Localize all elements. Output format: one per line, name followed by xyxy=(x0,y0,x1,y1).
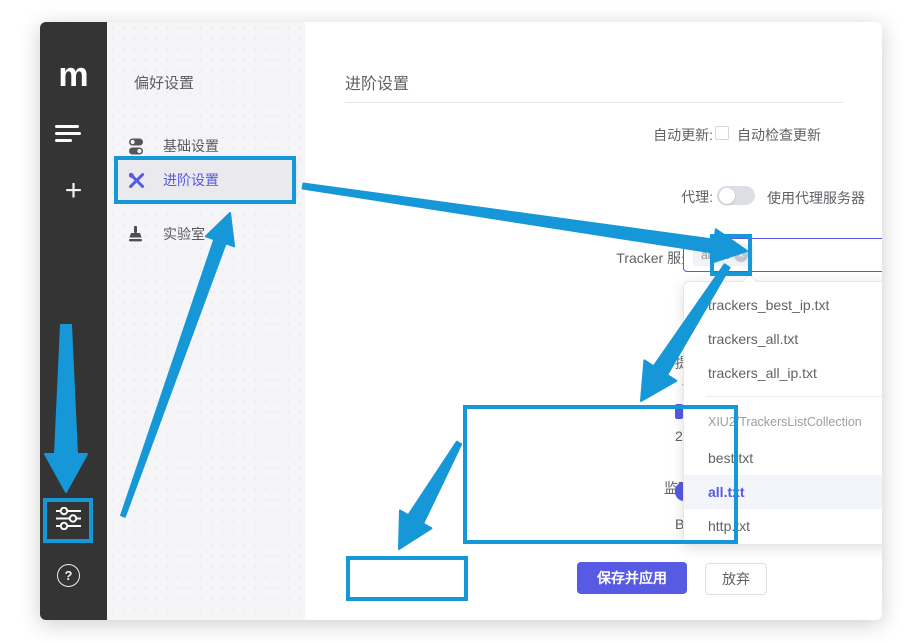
preferences-annotation-box xyxy=(43,498,93,543)
tracker-dropdown: trackers_best_ip.txt trackers_all.txt tr… xyxy=(683,281,882,545)
app-window: m + ? 偏好设置 xyxy=(40,22,882,620)
proxy-toggle[interactable] xyxy=(717,186,755,205)
dropdown-item[interactable]: trackers_all.txt xyxy=(684,322,882,356)
dropdown-caret xyxy=(742,274,758,290)
save-apply-button[interactable]: 保存并应用 xyxy=(577,562,687,594)
hint-text-fragment: 《 xyxy=(675,375,683,392)
auto-update-checkbox-label[interactable]: 自动检查更新 xyxy=(737,125,821,145)
proxy-label: 代理: xyxy=(553,187,713,207)
tools-icon xyxy=(128,172,145,189)
preferences-title: 偏好设置 xyxy=(134,72,194,93)
hint-text-fragment: 提 xyxy=(675,353,683,370)
page-title: 进阶设置 xyxy=(345,70,409,94)
selected-tag: all.txt × xyxy=(693,244,754,266)
sidebar-item-lab[interactable]: 实验室 xyxy=(118,214,298,254)
toggles-icon xyxy=(128,138,145,155)
add-task-icon[interactable]: + xyxy=(40,176,107,206)
app-sidebar: m + ? xyxy=(40,22,107,620)
sidebar-item-label: 基础设置 xyxy=(163,136,219,156)
dropdown-item[interactable]: trackers_best_ip.txt xyxy=(684,288,882,322)
proxy-toggle-label: 使用代理服务器 xyxy=(767,188,865,208)
dropdown-divider xyxy=(706,396,882,397)
discard-button[interactable]: 放弃 xyxy=(705,563,767,595)
dropdown-group-label: XIU2/TrackersListCollection xyxy=(708,415,862,429)
tag-remove-icon[interactable]: × xyxy=(734,248,748,262)
dropdown-item[interactable]: http.txt xyxy=(684,509,882,543)
preferences-sidebar: 偏好设置 基础设置 xyxy=(107,22,305,620)
sidebar-item-label: 实验室 xyxy=(163,224,205,244)
tag-label: all.txt xyxy=(701,248,729,262)
task-list-icon[interactable] xyxy=(55,125,81,143)
checked-checkbox-fragment xyxy=(675,404,683,419)
preferences-sliders-icon[interactable] xyxy=(55,507,82,535)
dropdown-item-label: all.txt xyxy=(708,484,745,500)
lab-stamp-icon xyxy=(128,226,145,243)
toggle-knob xyxy=(719,188,735,204)
sidebar-item-advanced[interactable]: 进阶设置 xyxy=(118,160,298,200)
sync-days-fragment: 2 xyxy=(675,428,683,445)
auto-update-checkbox[interactable] xyxy=(715,126,729,140)
dropdown-item[interactable]: trackers_all_ip.txt xyxy=(684,356,882,390)
app-logo: m xyxy=(40,60,107,90)
dropdown-item-selected[interactable]: all.txt xyxy=(684,475,882,509)
tracker-select[interactable]: all.txt × xyxy=(683,238,882,272)
bt-text-fragment: B xyxy=(675,516,683,533)
title-divider xyxy=(345,102,843,103)
screenshot-canvas: m + ? 偏好设置 xyxy=(0,0,906,643)
help-icon[interactable]: ? xyxy=(57,564,80,587)
auto-update-label: 自动更新: xyxy=(553,125,713,145)
settings-content: 进阶设置 × 自动更新: 自动检查更新 代理: 使用代理服务器 Tracker … xyxy=(305,22,882,620)
dropdown-item[interactable]: best.txt xyxy=(684,441,882,475)
sidebar-item-label: 进阶设置 xyxy=(163,170,219,190)
